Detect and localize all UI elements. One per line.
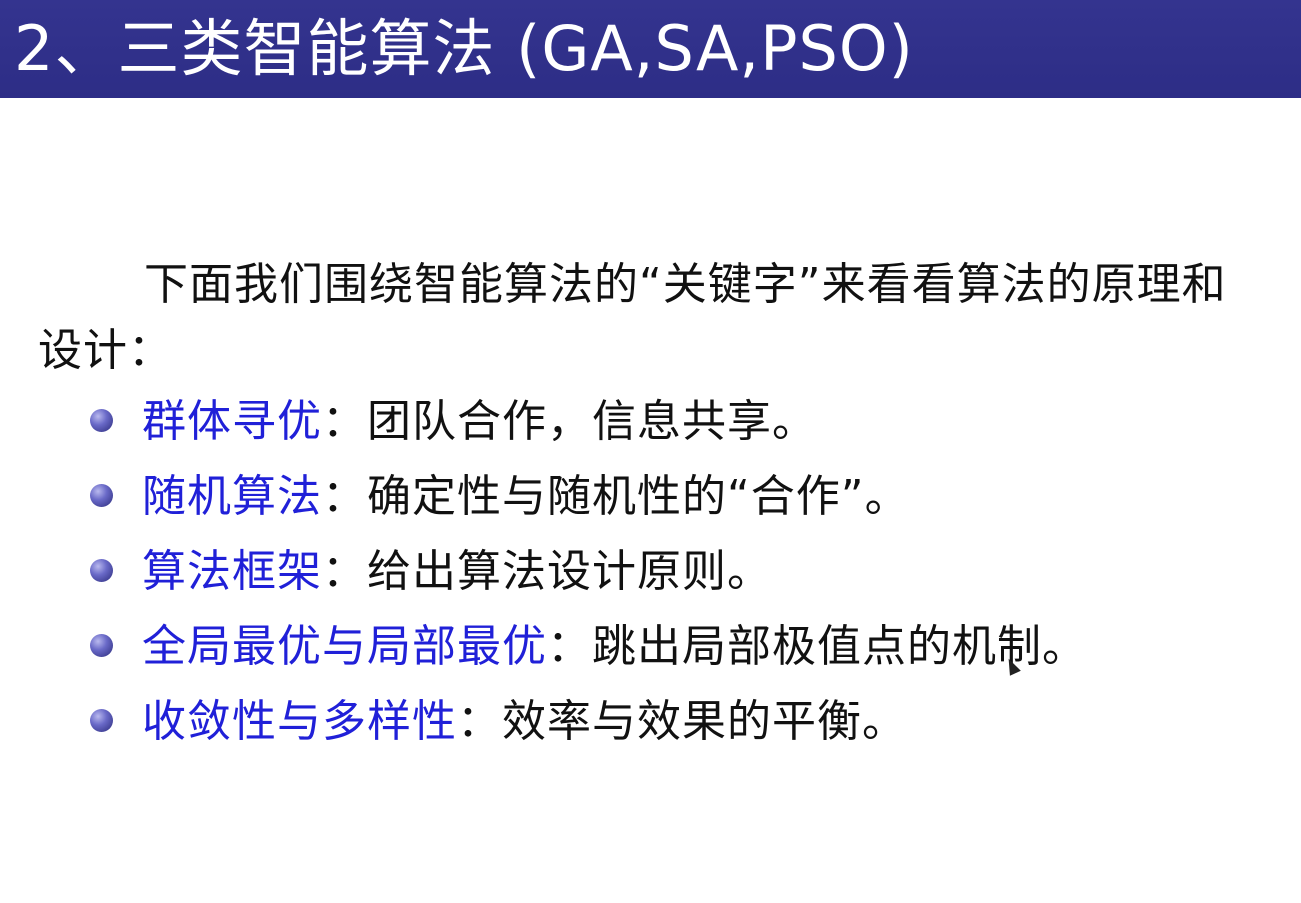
bullet-separator: ： [457, 696, 502, 747]
bullet-description: 确定性与随机性的“合作”。 [367, 471, 910, 522]
bullet-item: 群体寻优：团队合作，信息共享。 [88, 384, 1087, 459]
bullet-item: 全局最优与局部最优：跳出局部极值点的机制。 [88, 609, 1087, 684]
bullet-item: 随机算法：确定性与随机性的“合作”。 [88, 459, 1087, 534]
bullet-ball-icon [90, 709, 113, 732]
bullet-term: 全局最优与局部最优 [142, 621, 547, 672]
bullet-ball-icon [90, 484, 113, 507]
bullet-term: 算法框架 [142, 546, 322, 597]
bullet-separator: ： [322, 546, 367, 597]
title-bar: 2、三类智能算法 (GA,SA,PSO) [0, 0, 1301, 98]
bullet-list: 群体寻优：团队合作，信息共享。 随机算法：确定性与随机性的“合作”。 算法框架：… [88, 384, 1087, 759]
bullet-ball-icon [90, 634, 113, 657]
bullet-separator: ： [322, 396, 367, 447]
bullet-separator: ： [322, 471, 367, 522]
bullet-ball-icon [90, 409, 113, 432]
bullet-term: 收敛性与多样性 [142, 696, 457, 747]
bullet-description: 给出算法设计原则。 [367, 546, 772, 597]
bullet-term: 随机算法 [142, 471, 322, 522]
bullet-item: 收敛性与多样性：效率与效果的平衡。 [88, 684, 1087, 759]
bullet-item: 算法框架：给出算法设计原则。 [88, 534, 1087, 609]
bullet-term: 群体寻优 [142, 396, 322, 447]
bullet-description: 效率与效果的平衡。 [502, 696, 907, 747]
slide-title: 2、三类智能算法 (GA,SA,PSO) [14, 12, 914, 85]
bullet-description: 团队合作，信息共享。 [367, 396, 817, 447]
bullet-separator: ： [547, 621, 592, 672]
bullet-ball-icon [90, 559, 113, 582]
intro-paragraph: 下面我们围绕智能算法的“关键字”来看看算法的原理和设计： [38, 259, 1227, 376]
